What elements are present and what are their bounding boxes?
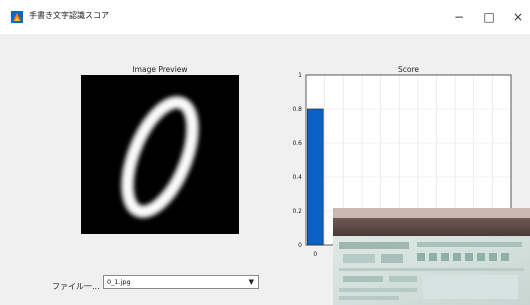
y-tick-label: 1: [298, 72, 302, 79]
score-bar: [307, 108, 324, 246]
file-label: ファイル一...: [52, 282, 100, 291]
x-tick-label: 0: [313, 251, 317, 258]
maximize-button[interactable]: □: [479, 8, 499, 26]
window-title: 手書き文字認識スコア: [29, 11, 109, 20]
file-dropdown[interactable]: 0_1.jpg ▼: [103, 275, 259, 289]
preview-title: Image Preview: [132, 65, 188, 74]
y-tick-label: 0.2: [292, 208, 302, 215]
photo-of-monitor: [333, 208, 530, 305]
title-bar: 手書き文字認識スコア − □ ×: [0, 0, 530, 34]
y-tick-label: 0.6: [292, 140, 302, 147]
minimize-button[interactable]: −: [449, 8, 469, 26]
overlay-photo: [333, 208, 530, 305]
digit-preview-image: [81, 75, 239, 234]
app-icon: [11, 11, 23, 23]
y-tick-label: 0.8: [292, 106, 302, 113]
chevron-down-icon[interactable]: ▼: [249, 276, 254, 288]
file-dropdown-value: 0_1.jpg: [107, 278, 131, 286]
close-button[interactable]: ×: [508, 8, 528, 26]
y-tick-label: 0.4: [292, 174, 302, 181]
y-tick-label: 0: [298, 242, 302, 249]
digit-zero-drawing: [121, 95, 199, 219]
